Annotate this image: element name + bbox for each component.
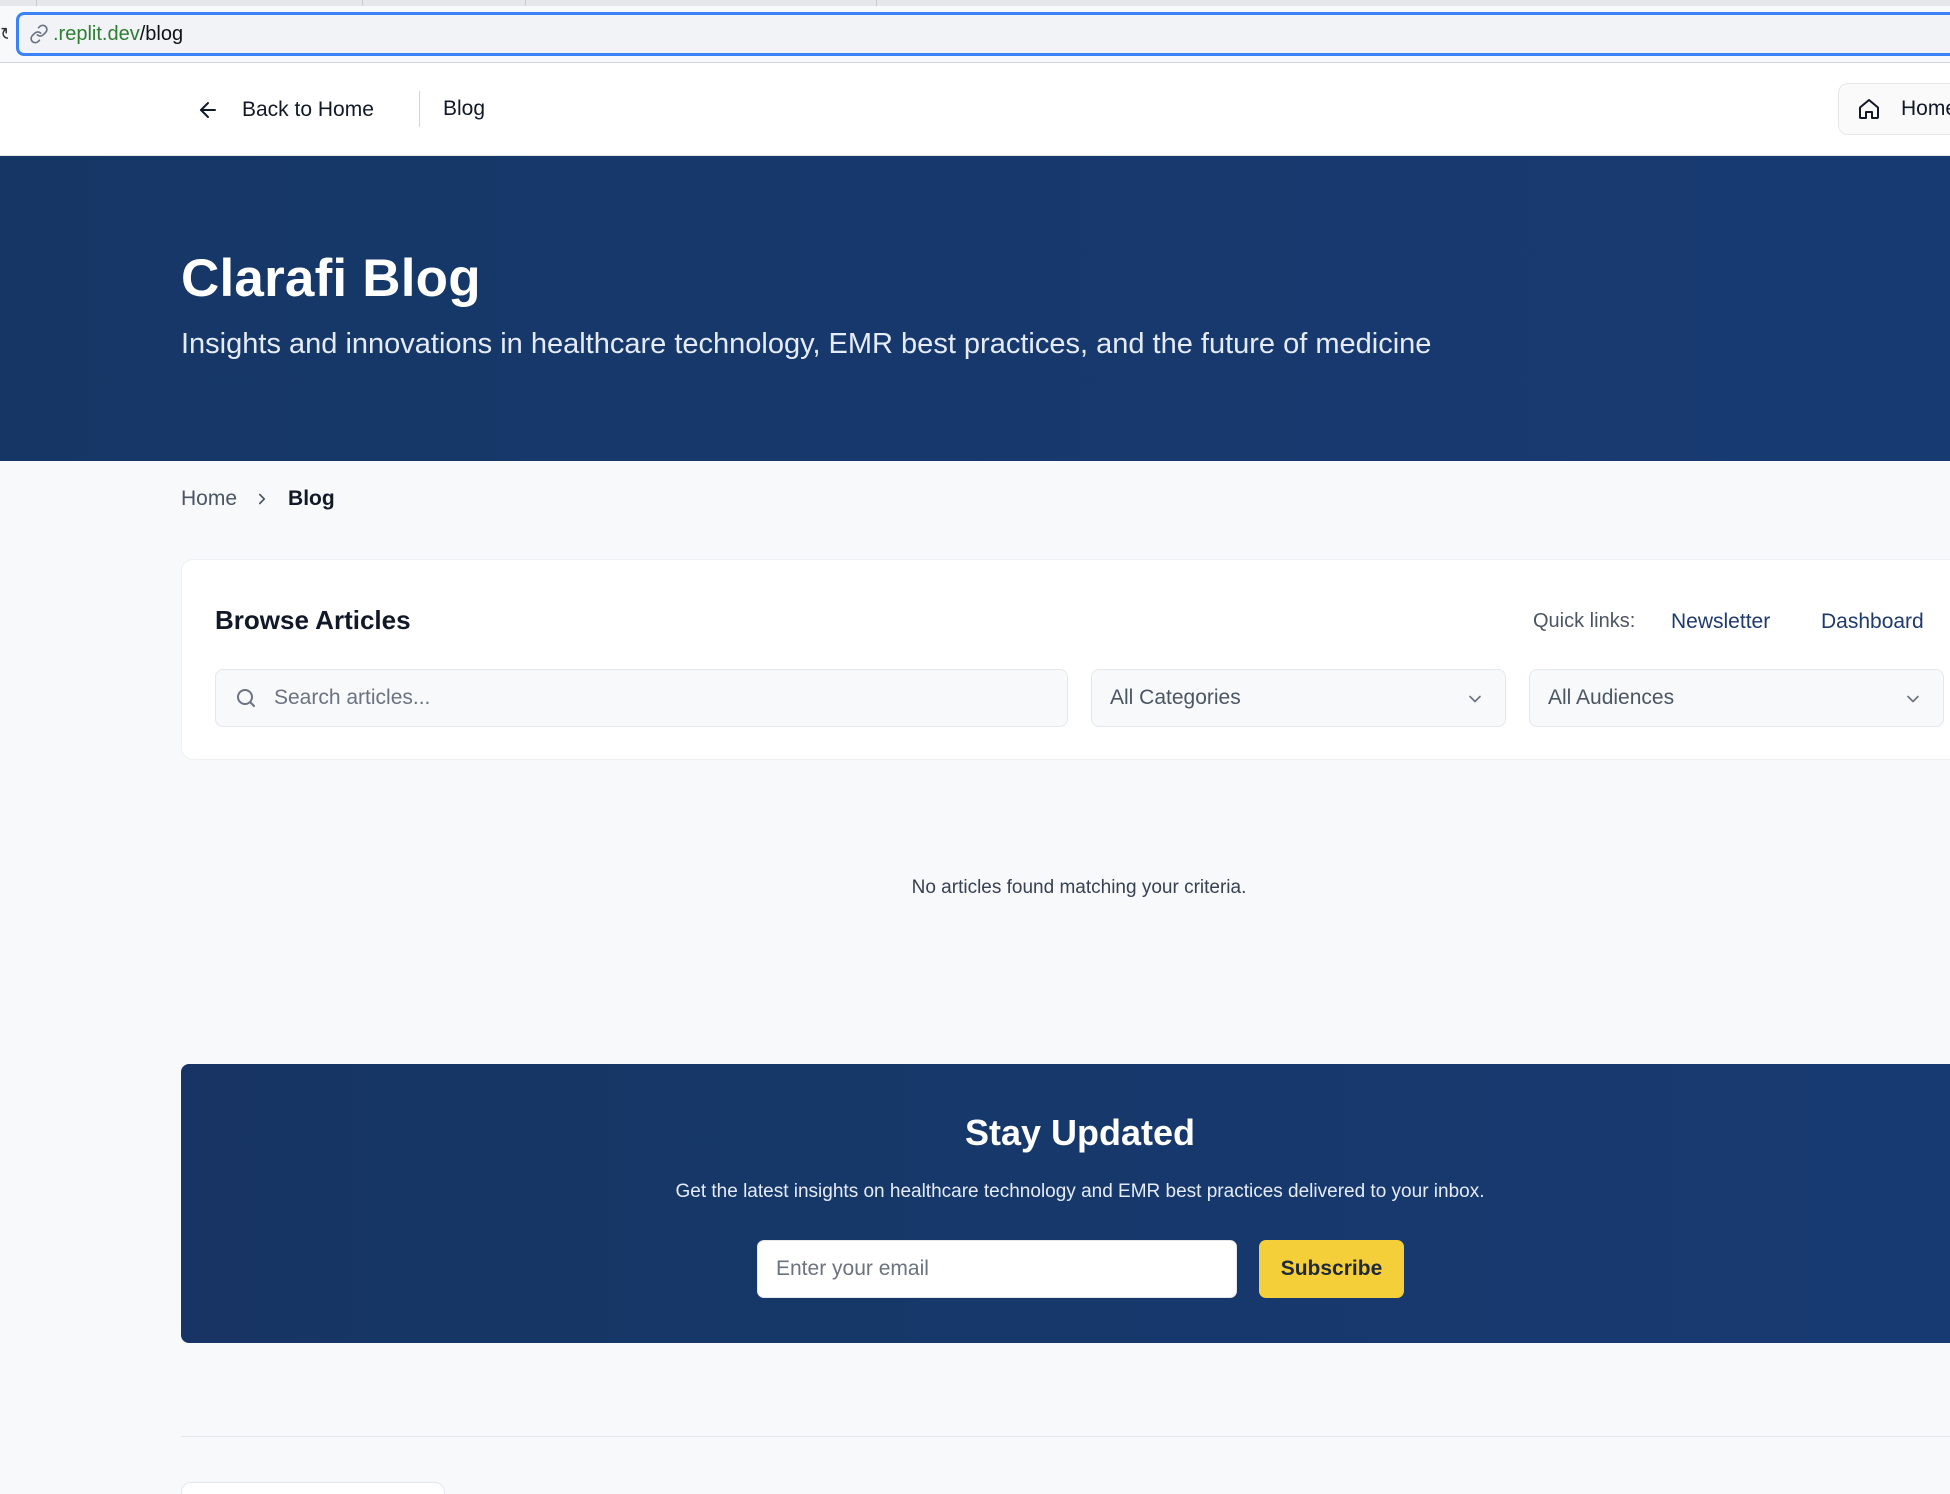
back-to-home-label: Back to Home <box>242 98 374 121</box>
page: ↻ .replit.dev/blog Back to Home Blog Hom… <box>0 0 1950 1494</box>
footer-element <box>181 1482 445 1494</box>
nav-divider <box>419 91 420 127</box>
top-nav: Back to Home Blog Home <box>0 63 1950 156</box>
quick-link-newsletter[interactable]: Newsletter <box>1671 610 1770 634</box>
chevron-down-icon <box>1907 695 1919 703</box>
page-subtitle: Insights and innovations in healthcare t… <box>181 328 1432 360</box>
arrow-left-icon <box>200 102 216 118</box>
empty-results-message: No articles found matching your criteria… <box>911 877 1247 898</box>
link-icon <box>30 24 48 44</box>
tab-divider <box>36 0 37 6</box>
email-field[interactable] <box>757 1240 1237 1298</box>
hero-banner: Clarafi Blog Insights and innovations in… <box>0 156 1950 461</box>
search-field[interactable] <box>215 669 1068 727</box>
address-bar[interactable]: .replit.dev/blog <box>16 12 1950 56</box>
url-path: /blog <box>139 22 184 45</box>
quick-link-dashboard[interactable]: Dashboard <box>1821 610 1924 634</box>
nav-current-page: Blog <box>443 97 486 120</box>
newsletter-title: Stay Updated <box>964 1112 1196 1153</box>
newsletter-description: Get the latest insights on healthcare te… <box>675 1181 1485 1202</box>
home-button[interactable]: Home <box>1838 83 1950 135</box>
category-select-value: All Categories <box>1110 686 1241 709</box>
tab-divider <box>525 0 526 6</box>
home-button-label: Home <box>1901 97 1950 120</box>
chevron-right-icon <box>258 493 266 505</box>
search-icon <box>237 689 255 707</box>
tab-divider <box>362 0 363 6</box>
tab-divider <box>876 0 877 6</box>
newsletter-section: Stay Updated Get the latest insights on … <box>181 1064 1950 1343</box>
search-input[interactable] <box>274 686 1054 710</box>
browse-articles-title: Browse Articles <box>215 605 411 635</box>
footer-divider <box>181 1436 1950 1437</box>
back-to-home-link[interactable]: Back to Home <box>196 93 374 127</box>
browser-tab-strip <box>0 0 1950 6</box>
url-host: .replit.dev <box>53 22 140 45</box>
breadcrumb-home[interactable]: Home <box>181 487 237 511</box>
browse-articles-card: Browse Articles Quick links: Newsletter … <box>181 559 1950 760</box>
reload-icon[interactable]: ↻ <box>0 22 8 46</box>
home-icon <box>1859 99 1879 119</box>
quick-links-label: Quick links: <box>1533 610 1636 632</box>
category-select[interactable]: All Categories <box>1091 669 1506 727</box>
subscribe-button[interactable]: Subscribe <box>1259 1240 1404 1298</box>
breadcrumb: Home Blog <box>181 486 335 512</box>
page-title: Clarafi Blog <box>181 249 481 308</box>
audience-select-value: All Audiences <box>1548 686 1675 709</box>
breadcrumb-current: Blog <box>288 487 335 510</box>
chevron-down-icon <box>1469 695 1481 703</box>
audience-select[interactable]: All Audiences <box>1529 669 1944 727</box>
